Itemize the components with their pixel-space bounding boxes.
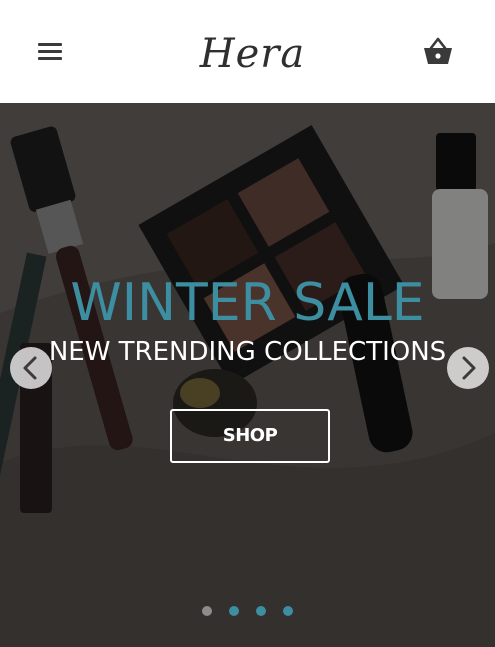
shop-button[interactable]: SHOP xyxy=(170,409,330,463)
hamburger-menu-icon[interactable] xyxy=(36,40,64,62)
slider-dot[interactable] xyxy=(229,606,239,616)
chevron-left-icon xyxy=(23,356,37,380)
slider-dot[interactable] xyxy=(202,606,212,616)
brand-logo[interactable]: Hera xyxy=(190,26,315,82)
site-header: Hera xyxy=(0,0,495,103)
hero-title: WINTER SALE xyxy=(70,273,425,333)
chevron-right-icon xyxy=(462,356,476,380)
hero-subtitle: NEW TRENDING COLLECTIONS xyxy=(48,337,447,367)
shopping-basket-icon[interactable] xyxy=(420,35,456,67)
slider-prev-button[interactable] xyxy=(10,347,52,389)
slider-dot[interactable] xyxy=(256,606,266,616)
slider-dot[interactable] xyxy=(283,606,293,616)
hero-overlay xyxy=(0,103,495,647)
slider-next-button[interactable] xyxy=(447,347,489,389)
slider-pagination xyxy=(0,601,495,620)
hero-slider: WINTER SALE NEW TRENDING COLLECTIONS SHO… xyxy=(0,103,495,647)
